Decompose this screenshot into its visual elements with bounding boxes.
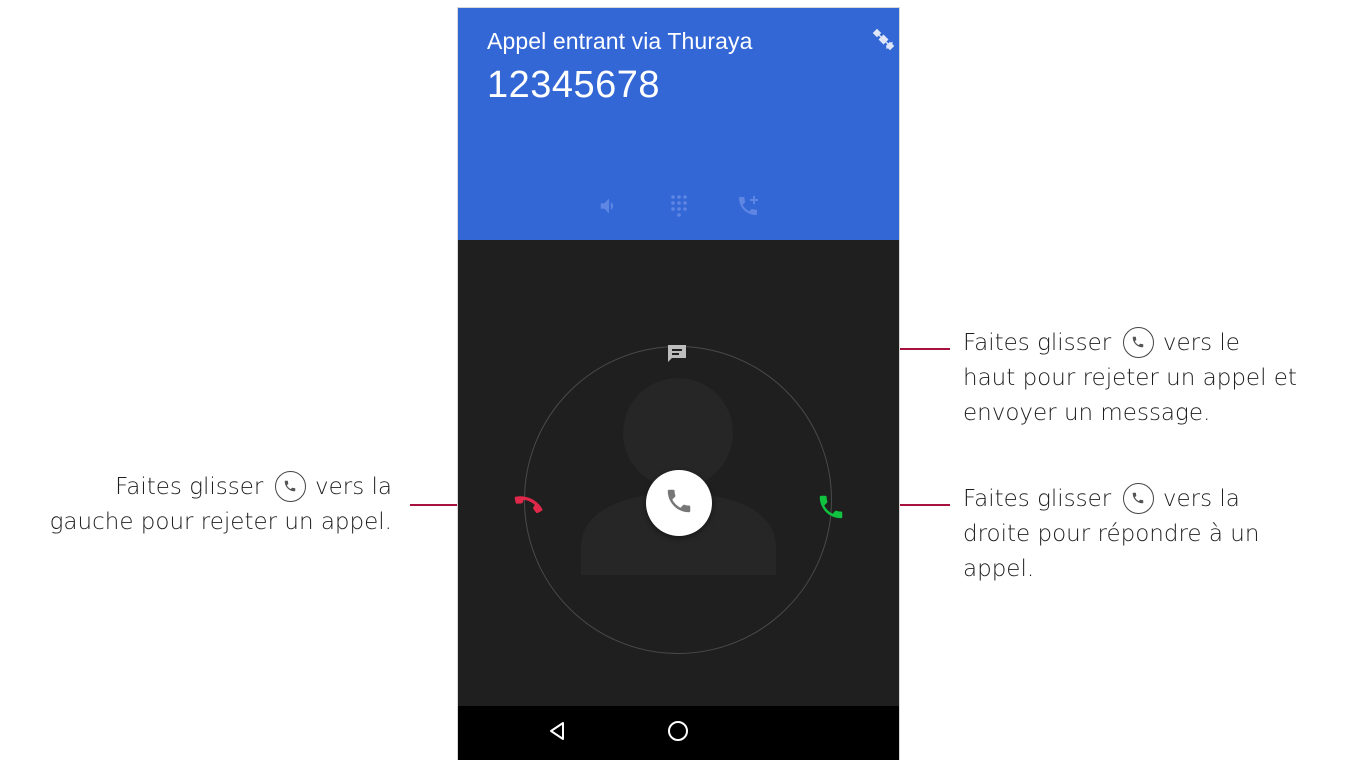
callout-message: Faites glisser vers le haut pour rejeter… [963, 326, 1297, 431]
back-icon [547, 720, 569, 747]
answer-area [458, 240, 899, 706]
incoming-call-handle[interactable] [646, 470, 712, 536]
callout-message-line3: envoyer un message. [963, 400, 1211, 426]
call-title: Appel entrant via Thuraya [487, 28, 753, 54]
home-icon [666, 719, 690, 748]
dialpad-button[interactable] [665, 194, 693, 222]
callout-reject-suffix: vers la [315, 474, 392, 500]
dialpad-icon [668, 194, 690, 223]
speaker-icon [598, 195, 620, 222]
callout-answer-prefix: Faites glisser [963, 486, 1112, 512]
navigation-bar [458, 706, 899, 760]
callout-message-prefix: Faites glisser [963, 330, 1112, 356]
phone-icon [664, 486, 694, 521]
callout-answer-suffix: vers la [1162, 486, 1240, 512]
add-call-icon [736, 194, 760, 223]
caller-number: 12345678 [487, 64, 661, 106]
callout-reject-prefix: Faites glisser [115, 474, 264, 500]
callout-message-line1: Faites glisser vers le [963, 326, 1297, 361]
callout-message-line2: haut pour rejeter un appel et [963, 365, 1297, 391]
handle-phone-icon [1122, 327, 1154, 358]
send-message-target[interactable] [663, 342, 691, 370]
back-button[interactable] [539, 714, 577, 752]
home-button[interactable] [659, 714, 697, 752]
callout-answer-line2: droite pour répondre à un [963, 521, 1260, 547]
answer-call-target[interactable] [812, 492, 850, 526]
accept-call-icon [816, 492, 846, 527]
callout-message-suffix: vers le [1162, 330, 1240, 356]
speaker-button[interactable] [595, 194, 623, 222]
message-icon [665, 342, 689, 371]
callout-reject: Faites glisser vers la gauche pour rejet… [0, 470, 392, 540]
phone-screen: Appel entrant via Thuraya 12345678 [458, 8, 899, 760]
in-call-actions [458, 194, 899, 228]
callout-reject-line2: gauche pour rejeter un appel. [49, 509, 392, 535]
reject-call-target[interactable] [508, 494, 548, 520]
incoming-call-header: Appel entrant via Thuraya 12345678 [458, 8, 899, 240]
satellite-icon [872, 28, 896, 52]
handle-phone-icon [274, 471, 306, 502]
callout-answer-line3: appel. [963, 556, 1035, 582]
add-call-button[interactable] [734, 194, 762, 222]
callout-answer: Faites glisser vers la droite pour répon… [963, 482, 1259, 587]
callout-reject-line1: Faites glisser vers la [0, 470, 392, 505]
decline-call-icon [511, 495, 545, 519]
callout-answer-line1: Faites glisser vers la [963, 482, 1259, 517]
handle-phone-icon [1122, 483, 1154, 514]
